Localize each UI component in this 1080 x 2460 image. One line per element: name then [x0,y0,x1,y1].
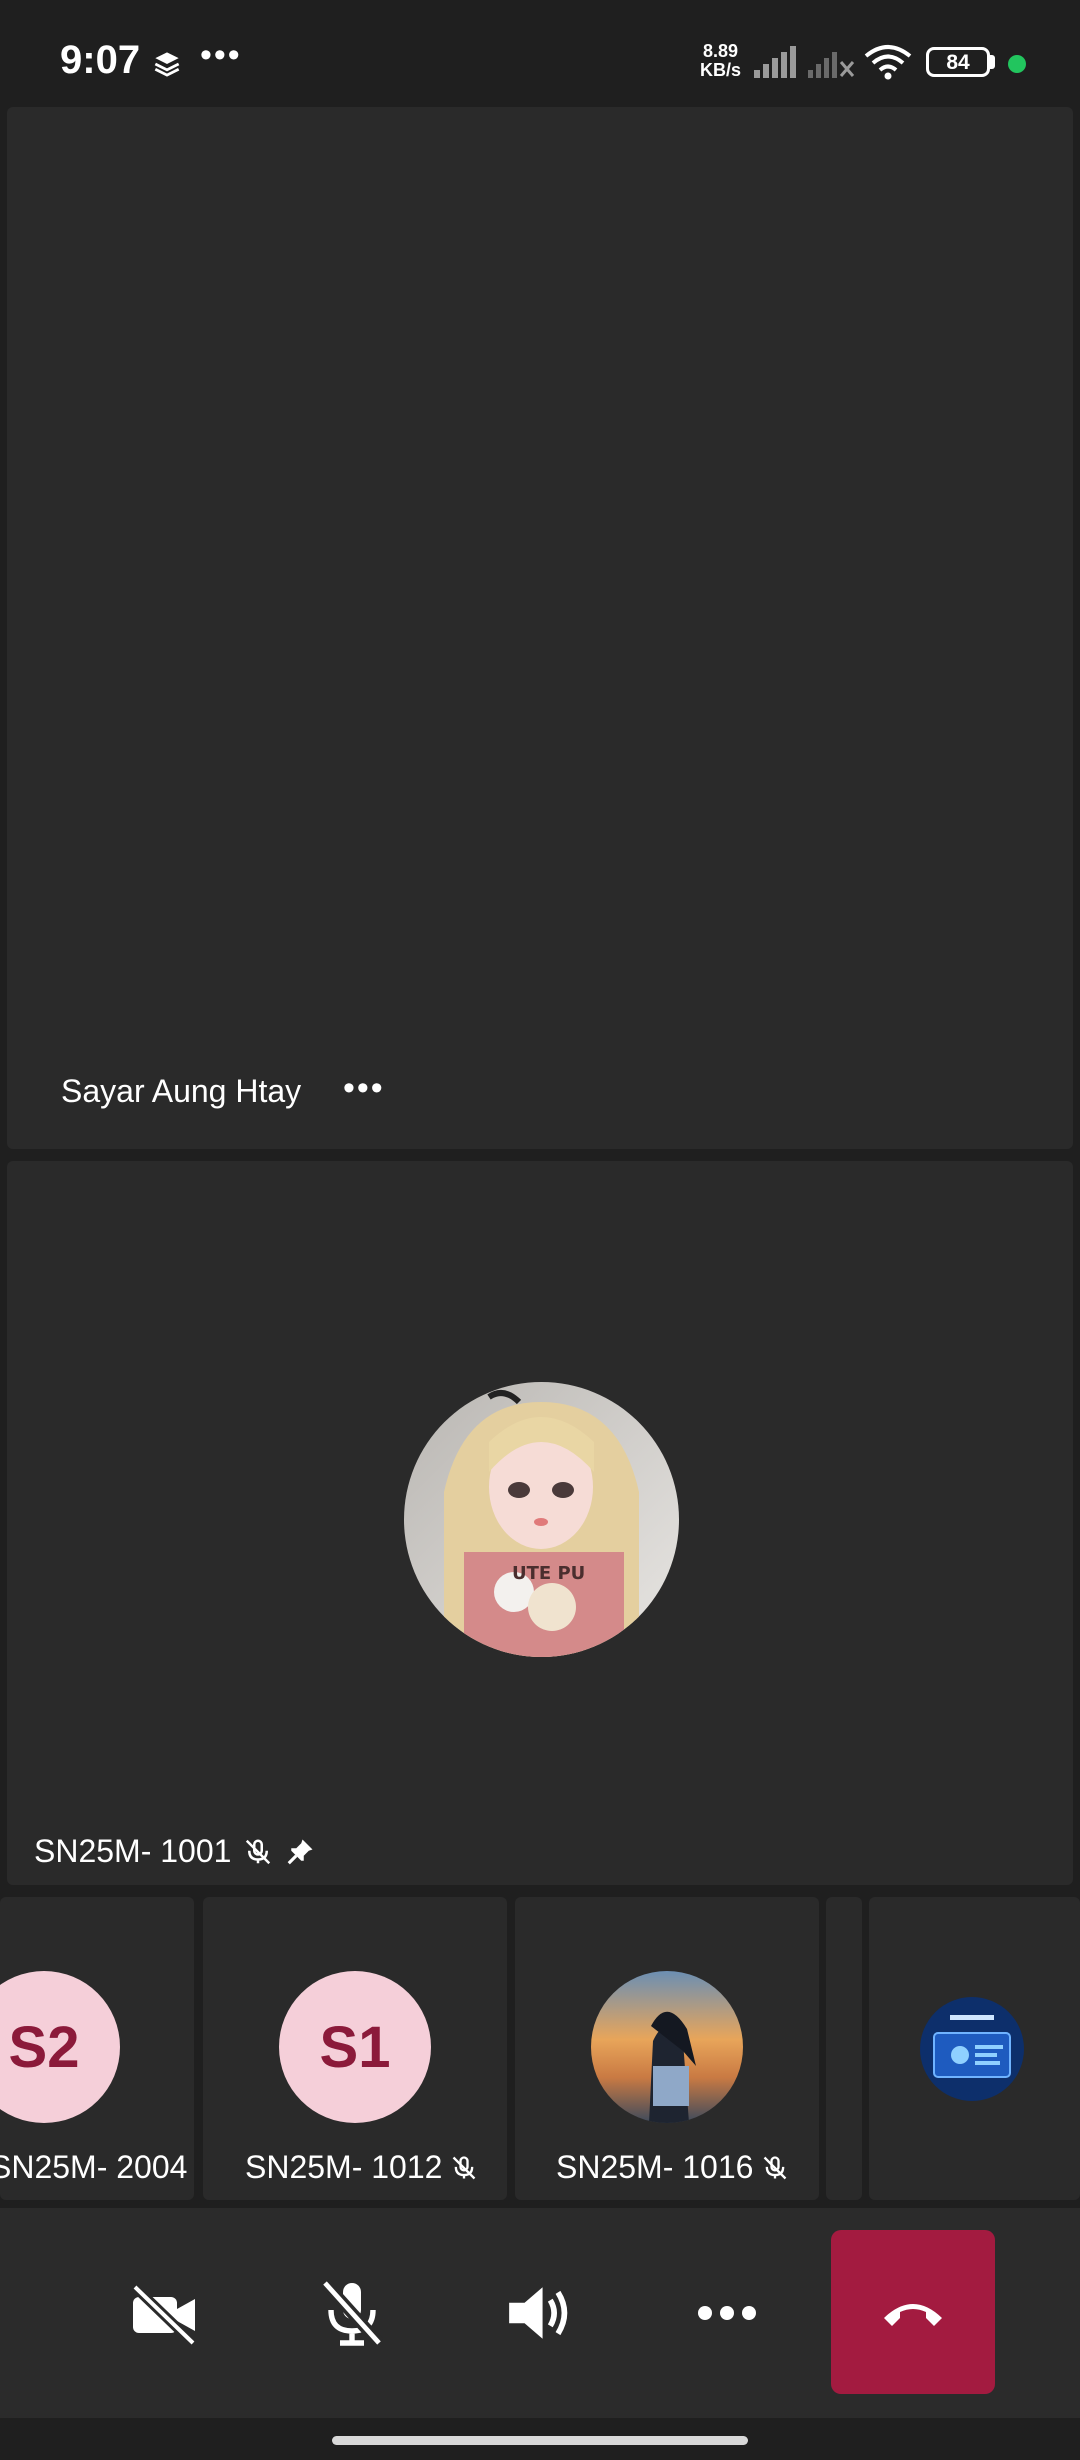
signal-icon [754,46,796,78]
wifi-icon [864,45,912,80]
participant-name: Sayar Aung Htay [61,1073,302,1109]
avatar-initials: S1 [279,1971,431,2123]
participant-label: SN25M- 1012 [245,2149,478,2186]
main-video-tile[interactable]: Sayar Aung Htay ••• [7,107,1073,1149]
mic-off-icon [246,1839,271,1864]
battery-level: 84 [946,51,970,74]
speaker-button[interactable] [495,2268,585,2358]
participant-label: SN25M- 1001 [34,1833,315,1870]
avatar-photo [591,1971,743,2123]
mic-off-icon [320,2278,384,2348]
active-dot [1008,55,1026,73]
camera-off-icon [131,2283,197,2347]
participant-thumbnail[interactable]: S1 SN25M- 1012 [203,1897,507,2200]
participant-avatar: UTE PU [404,1382,679,1657]
participant-label: SN25M- 2004 [0,2149,194,2186]
battery-tip [990,55,995,69]
hang-up-button[interactable] [831,2230,995,2394]
participant-thumbnail[interactable]: SN25M- 1016 [515,1897,819,2200]
svg-text:UTE PU: UTE PU [512,1563,585,1584]
participant-thumbnail[interactable]: S2 SN25M- 2004 [0,1897,194,2200]
hang-up-icon [884,2304,942,2326]
home-indicator[interactable] [332,2436,748,2445]
more-icon [698,2306,756,2320]
participant-name: SN25M- 1012 [245,2149,443,2185]
more-options-button[interactable]: ••• [343,1069,385,1108]
pin-icon [288,1839,313,1864]
camera-toggle-button[interactable] [120,2268,210,2358]
speaker-icon [509,2287,568,2339]
participant-name: SN25M- 2004 [0,2149,188,2185]
mic-off-icon [764,2155,787,2179]
battery-icon: 84 [926,47,990,77]
participant-thumbnail[interactable] [826,1897,862,2200]
avatar-photo [920,1997,1024,2101]
network-speed: 8.89 KB/s [700,41,742,80]
status-bar: 9:07 ••• 8.89 KB/s 84 [0,0,1080,105]
participant-thumbnail[interactable] [869,1897,1080,2200]
avatar-photo: UTE PU [404,1382,679,1657]
avatar-initials: S2 [0,1971,120,2123]
status-time: 9:07 [60,38,141,82]
participant-name: SN25M- 1016 [556,2149,754,2185]
mic-toggle-button[interactable] [307,2268,397,2358]
signal-off-icon [808,52,855,78]
participant-label: SN25M- 1016 [556,2149,789,2186]
mic-off-icon [453,2155,476,2179]
layers-icon [154,52,180,77]
more-icon: ••• [200,36,242,74]
more-options-button[interactable] [682,2268,772,2358]
participant-avatar [920,1997,1024,2101]
participant-avatar [591,1971,743,2123]
pinned-video-tile[interactable]: UTE PU SN25M- 1001 [7,1161,1073,1885]
participant-name: SN25M- 1001 [34,1833,232,1869]
call-controls-bar [0,2208,1080,2418]
